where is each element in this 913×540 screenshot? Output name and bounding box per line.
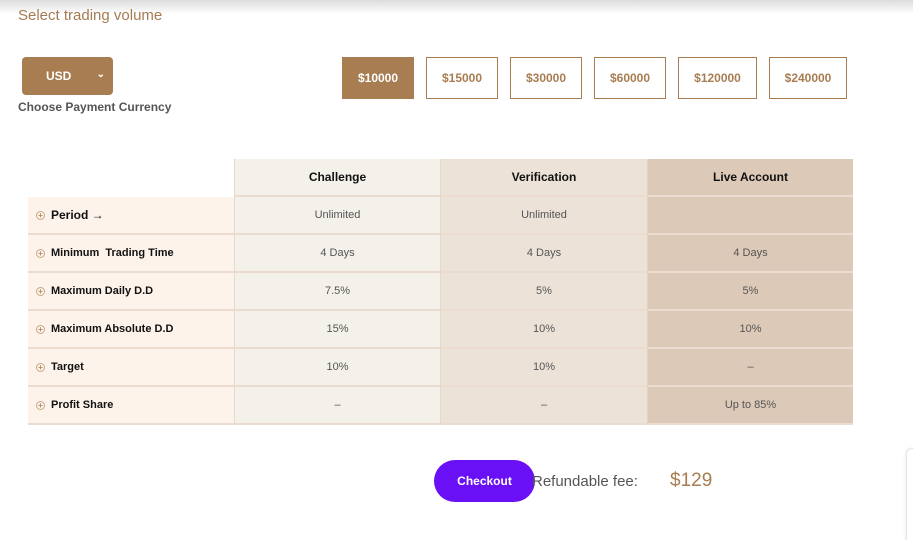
cell-verification: 5% — [440, 273, 647, 311]
refundable-fee-value: $129 — [670, 470, 713, 491]
plus-icon: + — [36, 210, 45, 220]
column-header-verification: Verification — [440, 159, 647, 197]
table-row: + Minimum Trading Time 4 Days 4 Days 4 Da… — [28, 235, 853, 273]
volume-button-30000[interactable]: $30000 — [510, 57, 582, 99]
cell-verification: Unlimited — [440, 197, 647, 235]
plus-icon: + — [36, 248, 45, 258]
cell-challenge: – — [234, 387, 440, 425]
comparison-table: Challenge Verification Live Account + Per… — [28, 159, 853, 425]
refundable-fee-label: Refundable fee: — [532, 473, 638, 490]
chevron-down-icon: ⌄ — [96, 69, 105, 80]
cell-live-account: 10% — [647, 311, 853, 349]
table-row: + Period → Unlimited Unlimited — [28, 197, 853, 235]
row-label-text: Maximum Absolute D.D — [51, 323, 174, 335]
cell-challenge: Unlimited — [234, 197, 440, 235]
cell-challenge: 4 Days — [234, 235, 440, 273]
cell-live-account: Up to 85% — [647, 387, 853, 425]
column-header-challenge: Challenge — [234, 159, 440, 197]
cell-live-account: 4 Days — [647, 235, 853, 273]
row-label[interactable]: + Profit Share — [28, 387, 234, 425]
table-header-row: Challenge Verification Live Account — [28, 159, 853, 197]
volume-button-10000[interactable]: $10000 — [342, 57, 414, 99]
volume-button-15000[interactable]: $15000 — [426, 57, 498, 99]
plus-icon: + — [36, 286, 45, 296]
cell-live-account: – — [647, 349, 853, 387]
plus-icon: + — [36, 324, 45, 334]
table-row: + Maximum Absolute D.D 15% 10% 10% — [28, 311, 853, 349]
cell-verification: 10% — [440, 349, 647, 387]
cell-verification: – — [440, 387, 647, 425]
table-row: + Maximum Daily D.D 7.5% 5% 5% — [28, 273, 853, 311]
cell-live-account: 5% — [647, 273, 853, 311]
plus-icon: + — [36, 362, 45, 372]
row-label-text: Maximum Daily D.D — [51, 285, 154, 297]
cell-verification: 4 Days — [440, 235, 647, 273]
volume-button-120000[interactable]: $120000 — [678, 57, 757, 99]
currency-label: Choose Payment Currency — [18, 100, 172, 114]
table-row: + Target 10% 10% – — [28, 349, 853, 387]
row-label[interactable]: + Maximum Absolute D.D — [28, 311, 234, 349]
row-label-text: Minimum Trading Time — [51, 247, 174, 259]
column-header-live-account: Live Account — [647, 159, 853, 197]
currency-value: USD — [46, 69, 72, 83]
cell-challenge: 10% — [234, 349, 440, 387]
row-label[interactable]: + Target — [28, 349, 234, 387]
volume-button-240000[interactable]: $240000 — [769, 57, 847, 99]
cell-challenge: 7.5% — [234, 273, 440, 311]
cell-challenge: 15% — [234, 311, 440, 349]
volume-button-60000[interactable]: $60000 — [594, 57, 666, 99]
row-label[interactable]: + Minimum Trading Time — [28, 235, 234, 273]
volume-options: $10000 $15000 $30000 $60000 $120000 $240… — [342, 57, 847, 99]
row-label-text: Period → — [51, 208, 104, 222]
side-widget-card — [906, 448, 913, 540]
cell-verification: 10% — [440, 311, 647, 349]
plus-icon: + — [36, 400, 45, 410]
header-empty — [28, 159, 234, 197]
table-row: + Profit Share – – Up to 85% — [28, 387, 853, 425]
cell-live-account — [647, 197, 853, 235]
checkout-button[interactable]: Checkout — [434, 460, 535, 502]
row-label-text: Target — [51, 361, 84, 373]
currency-select[interactable]: USD ⌄ — [22, 57, 113, 95]
page-title: Select trading volume — [18, 7, 163, 24]
row-label[interactable]: + Period → — [28, 197, 234, 235]
row-label[interactable]: + Maximum Daily D.D — [28, 273, 234, 311]
row-label-text: Profit Share — [51, 399, 114, 411]
